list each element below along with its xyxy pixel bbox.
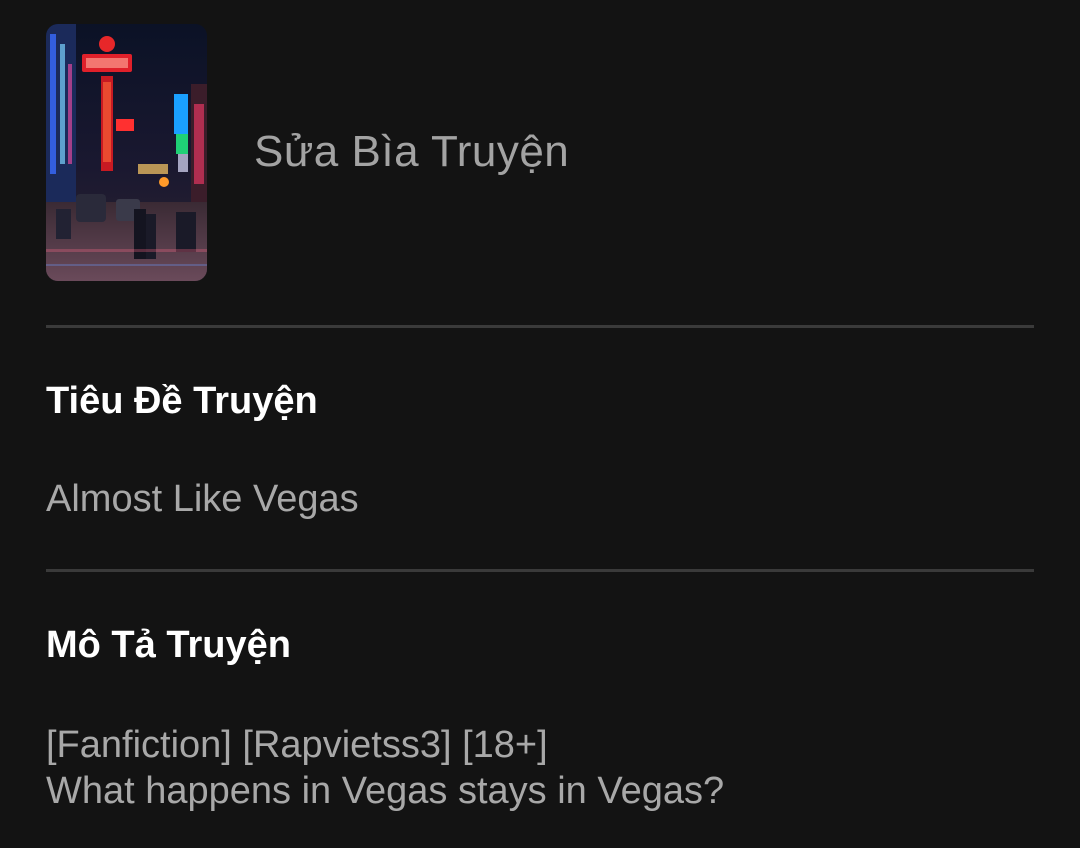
description-line: [Fanfiction] [Rapvietss3] [18+] <box>46 724 548 766</box>
cover-row: Sửa Bìa Truyện <box>46 23 1034 281</box>
edit-cover-button[interactable]: Sửa Bìa Truyện <box>254 127 569 177</box>
divider <box>46 325 1034 328</box>
story-title-field[interactable]: Almost Like Vegas <box>46 478 1034 521</box>
story-description-field[interactable]: [Fanfiction] [Rapvietss3] [18+] What hap… <box>46 722 1034 814</box>
cover-image-art <box>46 23 207 281</box>
description-line: What happens in Vegas stays in Vegas? <box>46 770 725 812</box>
story-title-label: Tiêu Đề Truyện <box>46 380 318 422</box>
cover-image[interactable] <box>46 23 207 281</box>
divider <box>46 569 1034 572</box>
story-description-label: Mô Tả Truyện <box>46 624 291 666</box>
edit-story-screen: Sửa Bìa Truyện Tiêu Đề Truyện Almost Lik… <box>0 0 1080 848</box>
